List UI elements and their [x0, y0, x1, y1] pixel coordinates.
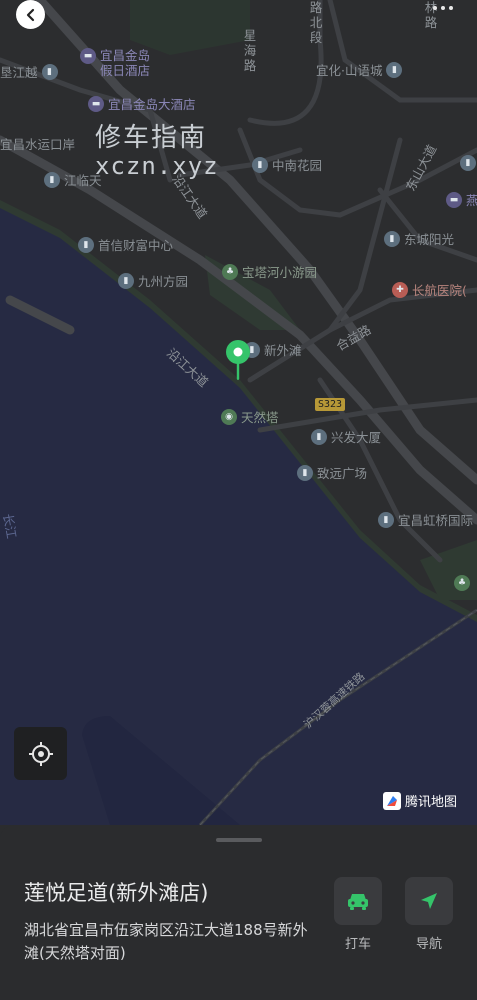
poi-shouxin[interactable]: ▮ 首信财富中心	[78, 235, 173, 254]
poi-jindao-jiari[interactable]: ▬ 宜昌金岛 假日酒店	[80, 48, 150, 78]
hotel-icon: ▬	[446, 191, 462, 208]
poi-yan[interactable]: ▬ 燕	[446, 190, 477, 209]
navigate-button[interactable]: 导航	[405, 877, 453, 952]
taxi-button-box[interactable]	[334, 877, 382, 925]
building-icon: ▮	[386, 61, 403, 78]
map-brand: 腾讯地图	[383, 791, 457, 810]
taxi-button[interactable]: 打车	[334, 877, 382, 952]
crosshair-icon	[28, 741, 53, 766]
location-pin-icon[interactable]	[225, 339, 251, 385]
back-button[interactable]	[16, 0, 45, 29]
park-icon: ♣	[454, 575, 470, 591]
locate-button[interactable]	[14, 727, 67, 780]
sheet-handle[interactable]	[216, 838, 262, 842]
more-dot-icon	[441, 6, 445, 10]
hospital-icon: ✚	[392, 281, 408, 298]
chevron-left-icon	[26, 8, 34, 21]
poi-jiuzhou[interactable]: ▮ 九州方园	[118, 271, 188, 290]
taxi-label: 打车	[344, 937, 371, 952]
poi-xingfa[interactable]: ▮ 兴发大厦	[311, 427, 381, 446]
hotel-icon: ▬	[80, 48, 96, 64]
poi-zhiyuan[interactable]: ▮ 致远广场	[297, 463, 367, 482]
map-view[interactable]: 星海路 路北段 林路 宜化·山语城 ▮ 东山大道 沿江大道 沿江大道 合益路 长江…	[0, 0, 477, 825]
poi-changhang[interactable]: ✚ 长航医院(	[392, 280, 467, 299]
road-label-xiaoting-north: 路北段	[309, 0, 323, 45]
tencent-map-logo-icon	[383, 791, 401, 810]
place-address: 湖北省宜昌市伍家岗区沿江大道188号新外滩(天然塔对面)	[24, 921, 308, 962]
taxi-icon	[348, 894, 368, 910]
poi-jianglin[interactable]: ▮ 江临天	[44, 170, 102, 189]
place-title: 莲悦足道(新外滩店)	[24, 881, 209, 905]
building-icon: ▮	[118, 272, 134, 289]
building-icon: ▮	[297, 464, 313, 481]
poi-zhongnan-right[interactable]: ▮	[460, 155, 476, 171]
building-icon: ▮	[44, 171, 60, 188]
navigate-label: 导航	[415, 937, 442, 952]
place-detail-sheet[interactable]: 莲悦足道(新外滩店) 湖北省宜昌市伍家岗区沿江大道188号新外滩(天然塔对面) …	[0, 825, 477, 1000]
hotel-icon: ▬	[88, 95, 104, 112]
building-icon: ▮	[384, 230, 400, 247]
building-icon: ▮	[311, 428, 327, 445]
building-icon: ▮	[378, 511, 394, 528]
road-label-lin: 林路	[424, 0, 438, 30]
road-label-xinghai: 星海路	[243, 28, 257, 73]
poi-xinwaitan[interactable]: ▮ 新外滩	[244, 340, 302, 359]
building-icon: ▮	[252, 156, 268, 173]
more-dot-icon	[449, 6, 453, 10]
highway-shield: S323	[315, 398, 346, 411]
poi-wenyue[interactable]: 垦江越 ▮	[0, 62, 58, 81]
navigation-icon	[421, 893, 437, 909]
poi-jindao-dajiudian[interactable]: ▬ 宜昌金岛大酒店	[88, 94, 196, 113]
watermark: 修车指南 xczn.xyz	[95, 123, 219, 180]
poi-park-right[interactable]: ♣	[454, 575, 470, 591]
navigate-button-box[interactable]	[405, 877, 453, 925]
building-icon: ▮	[460, 155, 476, 171]
poi-shuiyun[interactable]: 宜昌水运口岸	[0, 134, 75, 153]
more-dot-icon	[433, 6, 437, 10]
poi-tianranta[interactable]: ◉ 天然塔	[221, 407, 279, 426]
poi-zhongnan[interactable]: ▮ 中南花园	[252, 155, 322, 174]
building-icon: ▮	[41, 63, 58, 80]
poi-hongqiao[interactable]: ▮ 宜昌虹桥国际	[378, 510, 473, 529]
more-button[interactable]	[433, 6, 453, 10]
scenic-icon: ◉	[221, 408, 237, 425]
poi-dongchengyangguang[interactable]: ▮ 东城阳光	[384, 229, 454, 248]
poi-baotahe[interactable]: ♣ 宝塔河小游园	[222, 262, 317, 281]
park-icon: ♣	[222, 263, 238, 280]
poi-yihua-shanyucheng[interactable]: 宜化·山语城 ▮	[316, 60, 403, 79]
building-icon: ▮	[78, 236, 94, 253]
